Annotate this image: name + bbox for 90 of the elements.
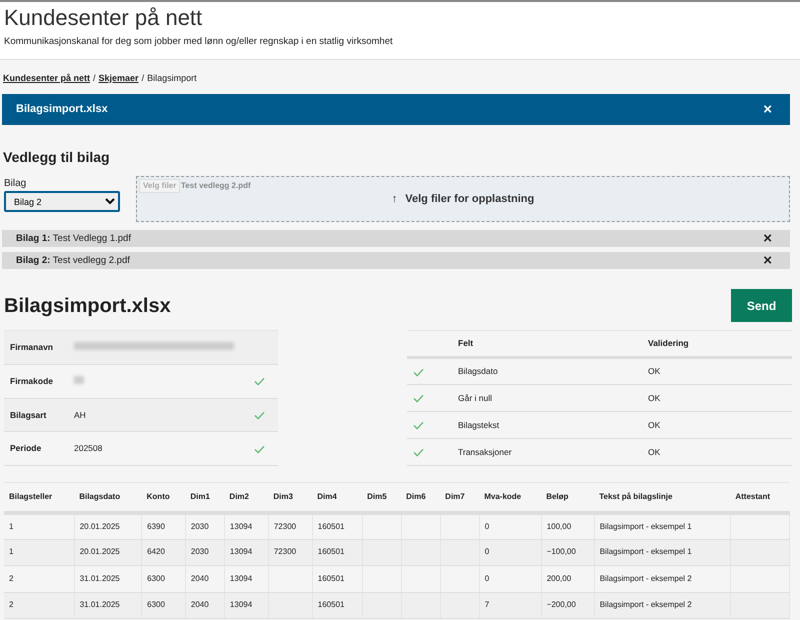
table-cell: 2 [4, 566, 74, 592]
table-cell: 160501 [312, 512, 362, 540]
remove-button[interactable]: × [759, 231, 776, 246]
table-cell: 160501 [312, 566, 362, 592]
table-cell: 2030 [185, 539, 224, 566]
table-cell: Transaksjoner [452, 438, 642, 466]
column-header: Dim3 [268, 482, 312, 513]
table-cell: 13094 [224, 539, 268, 566]
table-cell: 2030 [185, 512, 224, 540]
table-cell: Bilagsdato [452, 358, 642, 385]
send-button[interactable]: Send [731, 289, 792, 322]
column-header: Dim2 [224, 482, 268, 513]
field-label: Bilagsart [4, 398, 68, 432]
table-cell: −200,00 [541, 592, 594, 619]
field-value: 202508 [74, 443, 102, 454]
breadcrumb-current: Bilagsimport [147, 72, 197, 83]
table-cell: 1 [4, 539, 74, 566]
attachment-label: Bilag 1: Test Vedlegg 1.pdf [16, 232, 131, 246]
table-cell: Bilagsimport - eksempel 2 [594, 592, 730, 619]
table-cell: 13094 [224, 592, 268, 619]
breadcrumb-separator: / [93, 72, 96, 83]
table-cell: 6300 [142, 592, 186, 619]
table-cell: 200,00 [541, 566, 594, 592]
column-header: Dim6 [401, 482, 440, 513]
table-cell: 2040 [185, 566, 224, 592]
table-cell: 2 [4, 592, 74, 619]
column-header: Dim7 [440, 482, 480, 513]
table-cell: −100,00 [541, 539, 594, 566]
section-heading: Vedlegg til bilag [3, 148, 111, 168]
table-cell: 100,00 [541, 512, 594, 540]
table-cell: 1 [4, 512, 74, 540]
table-cell: Bilagstekst [452, 412, 642, 439]
table-cell: 13094 [224, 512, 268, 540]
breadcrumb-link[interactable]: Skjemaer [98, 72, 139, 83]
table-cell: Bilagsimport - eksempel 1 [594, 539, 730, 566]
table-cell: 31.01.2025 [74, 566, 142, 592]
table-cell: 2040 [185, 592, 224, 619]
table-cell: 0 [479, 566, 542, 592]
banner-title: Bilagsimport.xlsx [16, 102, 108, 118]
column-header: Konto [142, 482, 186, 513]
table-cell: 6390 [142, 512, 186, 540]
table-cell: 0 [479, 512, 542, 540]
breadcrumb-separator: / [142, 72, 144, 83]
table-cell: Bilagsimport - eksempel 2 [594, 566, 730, 592]
table-cell: Bilagsimport - eksempel 1 [594, 512, 730, 540]
import-title: Bilagsimport.xlsx [4, 294, 171, 318]
field-label: Bilag [4, 177, 28, 192]
column-header: Bilagsdato [74, 482, 142, 513]
column-header: Tekst på bilagslinje [594, 482, 730, 513]
table-cell: 7 [479, 592, 542, 619]
column-header: Attestant [730, 482, 790, 513]
page-title: Kundesenter på nett [4, 5, 204, 32]
table-cell: 20.01.2025 [74, 539, 142, 566]
table-cell: 6300 [142, 566, 186, 592]
table-cell: 6420 [142, 539, 186, 566]
table-cell: OK [642, 412, 792, 439]
table-cell: OK [642, 384, 792, 412]
field-label: Periode [4, 432, 68, 466]
upload-icon: ↑ [392, 190, 398, 208]
file-name: Test vedlegg 2.pdf [181, 180, 251, 192]
table-cell: 72300 [268, 539, 312, 566]
breadcrumb-link[interactable]: Kundesenter på nett [3, 72, 90, 83]
bilag-select[interactable]: Bilag 2 [4, 191, 120, 212]
field-label: Firmakode [4, 364, 68, 398]
table-cell: 160501 [312, 539, 362, 566]
column-header: Dim4 [312, 482, 362, 513]
upload-dropzone[interactable]: Velg filer Test vedlegg 2.pdf ↑ Velg filer for opplastning [136, 176, 790, 222]
column-header: Validering [642, 330, 792, 358]
column-header: Felt [452, 330, 642, 358]
field-value: AH [74, 410, 86, 420]
table-cell: OK [642, 358, 792, 385]
table-cell: 0 [479, 539, 542, 566]
table-cell: 72300 [268, 512, 312, 540]
table-cell: 160501 [312, 592, 362, 619]
column-header: Dim5 [362, 482, 402, 513]
table-cell: 31.01.2025 [74, 592, 142, 619]
table-cell: Går i null [452, 384, 642, 412]
close-button[interactable]: × [759, 102, 776, 118]
attachment-label: Bilag 2: Test vedlegg 2.pdf [16, 254, 130, 268]
table-cell: 13094 [224, 566, 268, 592]
column-header: Beløp [541, 482, 594, 513]
page-subtitle: Kommunikasjonskanal for deg som jobber med lønn og/eller regnskap i en statlig virksomhet [4, 35, 394, 50]
upload-label: Velg filer for opplastning [405, 192, 534, 207]
table-cell: OK [642, 438, 792, 466]
column-header: Bilagsteller [4, 482, 74, 513]
column-header: Dim1 [185, 482, 224, 513]
table-cell: 20.01.2025 [74, 512, 142, 540]
remove-button[interactable]: × [759, 253, 776, 268]
field-label: Firmanavn [4, 330, 68, 364]
column-header: Mva-kode [479, 482, 542, 513]
